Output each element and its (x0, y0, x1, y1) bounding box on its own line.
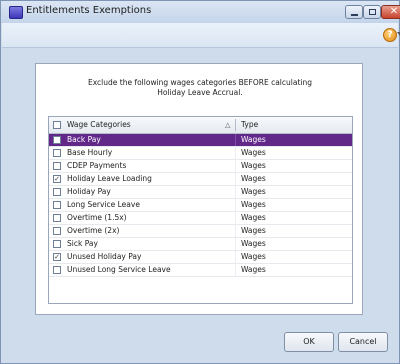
cancel-button[interactable]: Cancel (338, 332, 388, 352)
type-cell: Wages (241, 252, 266, 261)
table-row[interactable]: Holiday Pay Wages (49, 186, 352, 199)
column-divider (235, 160, 236, 172)
close-icon: ✕ (389, 6, 399, 17)
wage-category-cell: CDEP Payments (67, 161, 127, 170)
row-checkbox[interactable] (53, 201, 61, 209)
wage-category-cell: Long Service Leave (67, 200, 140, 209)
minimize-icon (351, 14, 358, 16)
table-row[interactable]: Long Service Leave Wages (49, 199, 352, 212)
table-row[interactable]: Unused Long Service Leave Wages (49, 264, 352, 277)
wage-category-cell: Holiday Leave Loading (67, 174, 152, 183)
maximize-button[interactable] (363, 5, 381, 19)
column-divider (235, 186, 236, 198)
app-icon (9, 6, 23, 19)
wage-category-cell: Overtime (2x) (67, 226, 120, 235)
table-row[interactable]: Overtime (1.5x) Wages (49, 212, 352, 225)
column-divider (235, 225, 236, 237)
row-checkbox[interactable]: ✓ (53, 253, 61, 261)
column-divider (235, 264, 236, 276)
table-row[interactable]: ✓ Holiday Leave Loading Wages (49, 173, 352, 186)
table-row[interactable]: Overtime (2x) Wages (49, 225, 352, 238)
row-checkbox[interactable] (53, 188, 61, 196)
row-checkbox[interactable] (53, 240, 61, 248)
table-row[interactable]: ✓ Unused Holiday Pay Wages (49, 251, 352, 264)
wage-category-cell: Unused Holiday Pay (67, 252, 142, 261)
grid-header: Wage Categories △ Type (49, 117, 352, 134)
instruction-text: Exclude the following wages categories B… (36, 78, 364, 98)
column-divider (235, 199, 236, 211)
window-title: Entitlements Exemptions (26, 5, 152, 16)
wage-category-cell: Overtime (1.5x) (67, 213, 127, 222)
type-cell: Wages (241, 226, 266, 235)
column-header-type[interactable]: Type (241, 117, 258, 133)
column-divider (235, 212, 236, 224)
wage-category-cell: Unused Long Service Leave (67, 265, 171, 274)
maximize-icon (369, 9, 376, 15)
column-divider (235, 238, 236, 250)
wage-category-cell: Base Hourly (67, 148, 113, 157)
wage-category-cell: Holiday Pay (67, 187, 111, 196)
row-checkbox[interactable] (53, 227, 61, 235)
column-divider (235, 251, 236, 263)
dialog-window: Entitlements Exemptions ✕ ? Exclude the … (0, 0, 400, 364)
table-row[interactable]: Back Pay Wages (49, 134, 352, 147)
row-checkbox[interactable]: ✓ (53, 175, 61, 183)
table-row[interactable]: Sick Pay Wages (49, 238, 352, 251)
row-checkbox[interactable] (53, 149, 61, 157)
select-all-checkbox[interactable] (53, 121, 61, 129)
toolbar (2, 23, 398, 48)
type-cell: Wages (241, 187, 266, 196)
type-cell: Wages (241, 161, 266, 170)
type-cell: Wages (241, 239, 266, 248)
column-divider (235, 173, 236, 185)
help-icon[interactable]: ? (383, 28, 397, 42)
type-cell: Wages (241, 174, 266, 183)
row-checkbox[interactable] (53, 266, 61, 274)
type-cell: Wages (241, 213, 266, 222)
wage-category-cell: Sick Pay (67, 239, 98, 248)
instruction-line-1: Exclude the following wages categories B… (88, 78, 312, 87)
column-divider[interactable] (235, 119, 236, 131)
sort-ascending-icon: △ (225, 121, 231, 129)
table-row[interactable]: CDEP Payments Wages (49, 160, 352, 173)
title-bar[interactable]: Entitlements Exemptions ✕ (1, 1, 400, 23)
table-row[interactable]: Base Hourly Wages (49, 147, 352, 160)
content-panel: Exclude the following wages categories B… (35, 63, 363, 315)
wage-categories-grid: Wage Categories △ Type Back Pay Wages Base… (48, 116, 353, 304)
column-header-wage-categories[interactable]: Wage Categories (67, 117, 131, 133)
column-divider (235, 134, 236, 146)
ok-button[interactable]: OK (284, 332, 334, 352)
close-button[interactable]: ✕ (381, 5, 400, 19)
column-divider (235, 147, 236, 159)
row-checkbox[interactable] (53, 136, 61, 144)
wage-category-cell: Back Pay (67, 135, 101, 144)
type-cell: Wages (241, 200, 266, 209)
type-cell: Wages (241, 148, 266, 157)
minimize-button[interactable] (345, 5, 363, 19)
row-checkbox[interactable] (53, 162, 61, 170)
instruction-line-2: Holiday Leave Accrual. (157, 88, 243, 97)
type-cell: Wages (241, 135, 266, 144)
row-checkbox[interactable] (53, 214, 61, 222)
type-cell: Wages (241, 265, 266, 274)
